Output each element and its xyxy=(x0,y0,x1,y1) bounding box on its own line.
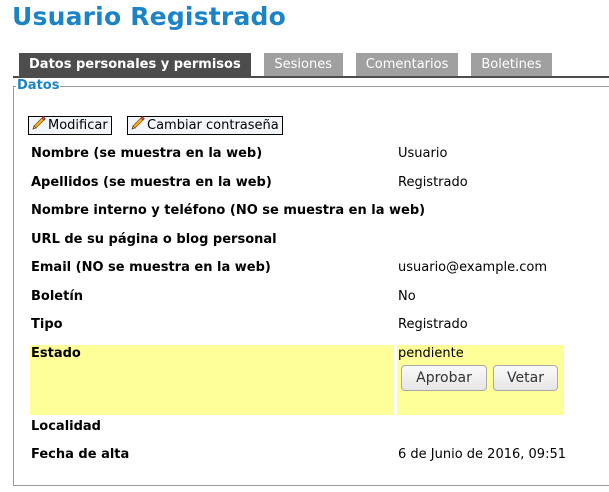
field-row-fecha-alta: Fecha de alta 6 de Junio de 2016, 09:51 xyxy=(30,441,566,469)
page-title: Usuario Registrado xyxy=(12,2,286,31)
pencil-icon xyxy=(31,115,48,136)
field-value: Registrado xyxy=(398,317,468,332)
section-legend: Datos xyxy=(17,78,60,93)
field-row-boletin: Boletín No xyxy=(30,283,564,311)
modify-button-label: Modificar xyxy=(48,118,108,133)
field-row-url: URL de su página o blog personal xyxy=(30,226,564,254)
status-label-cell xyxy=(30,345,394,415)
tab-bar: Datos personales y permisos Sesiones Com… xyxy=(19,53,565,76)
field-row-localidad: Localidad xyxy=(30,413,564,441)
field-value: Usuario xyxy=(398,146,448,161)
field-row-tipo: Tipo Registrado xyxy=(30,311,564,339)
field-row-estado: Estado pendiente Aprobar Vetar xyxy=(30,345,564,415)
field-value: 6 de Junio de 2016, 09:51 xyxy=(398,447,566,462)
field-label: Nombre interno y teléfono (NO se muestra… xyxy=(31,203,426,218)
field-value: No xyxy=(398,289,416,304)
tab-bar-underline xyxy=(13,76,609,78)
field-row-apellidos: Apellidos (se muestra en la web) Registr… xyxy=(30,169,564,197)
field-row-email: Email (NO se muestra en la web) usuario@… xyxy=(30,254,564,282)
field-value: usuario@example.com xyxy=(398,260,547,275)
tab-newsletters[interactable]: Boletines xyxy=(471,53,552,76)
field-label: Email (NO se muestra en la web) xyxy=(31,260,271,275)
pencil-icon xyxy=(130,115,147,136)
field-label: URL de su página o blog personal xyxy=(31,232,277,247)
field-label: Apellidos (se muestra en la web) xyxy=(31,175,272,190)
tab-personal-data[interactable]: Datos personales y permisos xyxy=(19,53,251,76)
field-row-nombre: Nombre (se muestra en la web) Usuario xyxy=(30,140,564,168)
field-label: Fecha de alta xyxy=(31,447,130,462)
tab-sessions[interactable]: Sesiones xyxy=(263,53,343,76)
field-label: Localidad xyxy=(31,419,101,434)
tab-comments[interactable]: Comentarios xyxy=(355,53,459,76)
change-password-button[interactable]: Cambiar contraseña xyxy=(127,116,283,135)
field-label: Estado xyxy=(31,346,81,361)
field-value: Registrado xyxy=(398,175,468,190)
field-label: Nombre (se muestra en la web) xyxy=(31,146,263,161)
field-label: Tipo xyxy=(31,317,63,332)
modify-button[interactable]: Modificar xyxy=(28,116,112,135)
approve-button[interactable]: Aprobar xyxy=(401,365,487,391)
field-row-nombre-interno: Nombre interno y teléfono (NO se muestra… xyxy=(30,197,564,225)
field-label: Boletín xyxy=(31,289,84,304)
change-password-button-label: Cambiar contraseña xyxy=(147,118,279,133)
veto-button[interactable]: Vetar xyxy=(493,365,558,391)
status-value: pendiente xyxy=(398,346,464,361)
